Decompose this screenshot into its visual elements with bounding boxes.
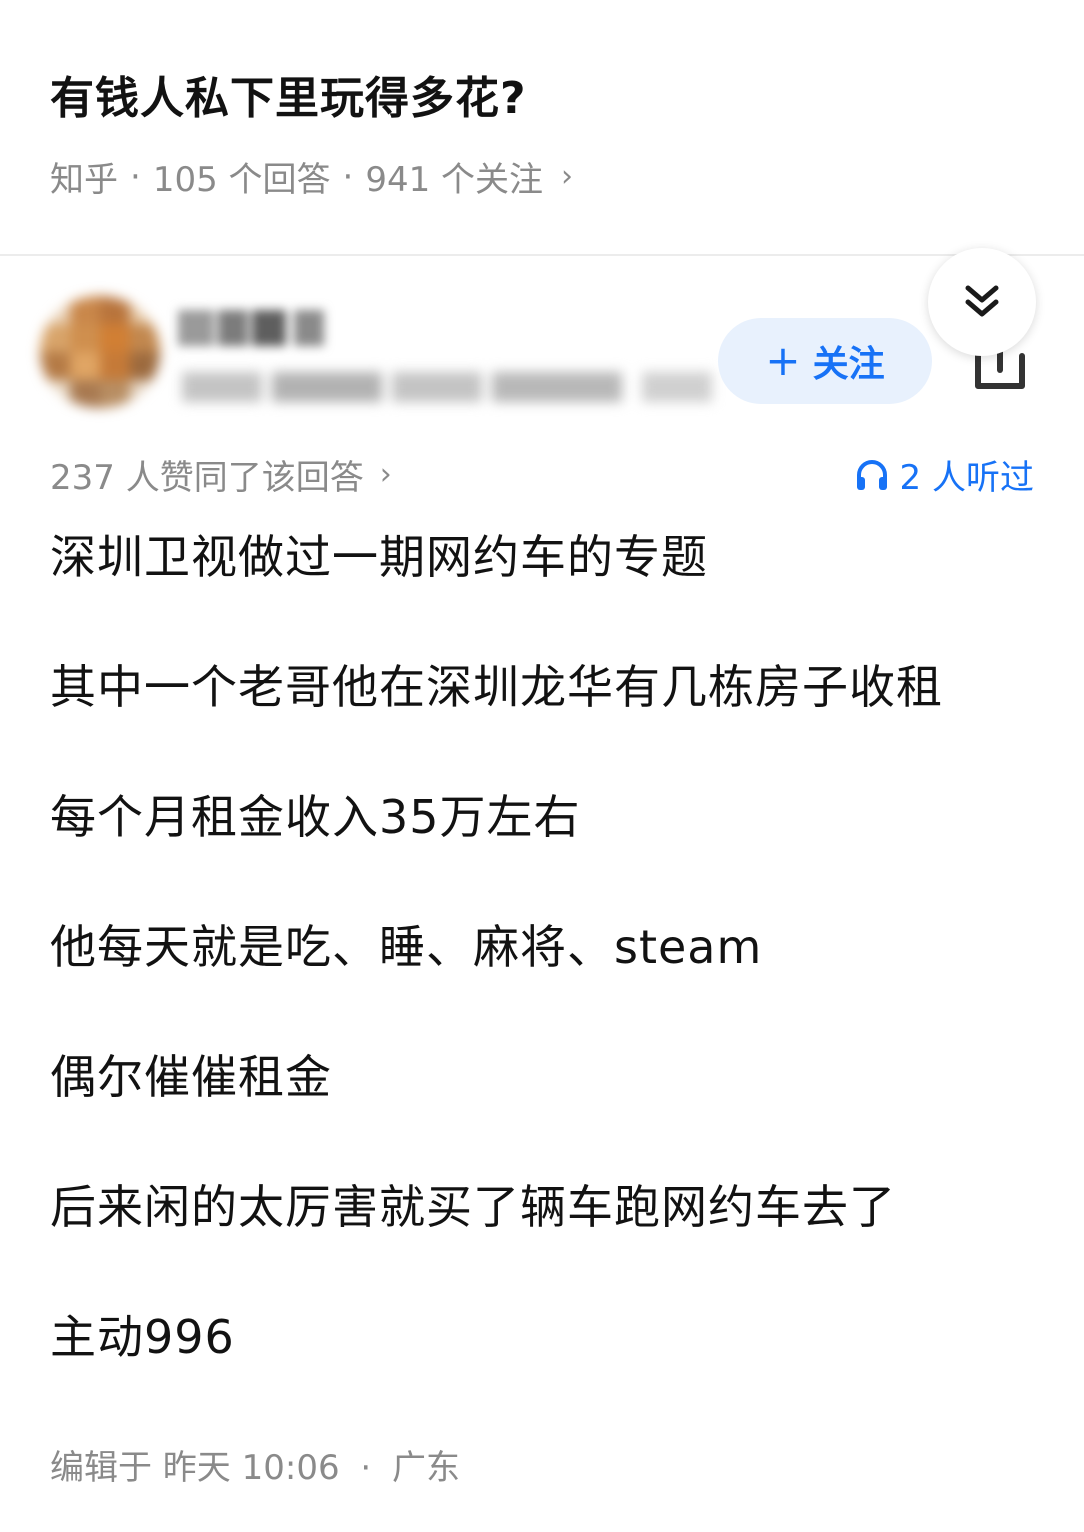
collapse-button[interactable]: [928, 248, 1036, 356]
chevron-right-icon: ›: [561, 159, 574, 194]
meta-separator: ·: [130, 156, 141, 197]
author-name-redacted[interactable]: [178, 306, 328, 350]
listen-row[interactable]: 2 人听过: [854, 450, 1034, 499]
question-meta[interactable]: 知乎 · 105 个回答 · 941 个关注 ›: [50, 152, 573, 201]
answer-count: 105 个回答: [152, 160, 331, 200]
votes-row[interactable]: 237 人赞同了该回答 ›: [50, 450, 392, 499]
edit-time: 编辑于 昨天 10:06: [50, 1448, 340, 1488]
answer-paragraph: 后来闲的太厉害就买了辆车跑网约车去了: [50, 1180, 896, 1234]
answer-paragraph: 偶尔催催租金: [50, 1050, 332, 1104]
edit-info: 编辑于 昨天 10:06 · 广东: [50, 1440, 460, 1489]
chevron-right-icon: ›: [379, 457, 392, 492]
plus-icon: +: [765, 336, 801, 385]
answer-paragraph: 深圳卫视做过一期网约车的专题: [50, 530, 708, 584]
meta-separator: ·: [360, 1448, 372, 1488]
answer-paragraph: 其中一个老哥他在深圳龙华有几栋房子收租: [50, 660, 943, 714]
follower-count: 941 个关注: [365, 160, 544, 200]
divider: [0, 254, 1084, 256]
question-header: 有钱人私下里玩得多花? 知乎 · 105 个回答 · 941 个关注 ›: [0, 0, 1084, 256]
answer-body: 深圳卫视做过一期网约车的专题 其中一个老哥他在深圳龙华有几栋房子收租 每个月租金…: [50, 526, 1050, 1436]
question-title[interactable]: 有钱人私下里玩得多花?: [50, 62, 527, 126]
vote-count: 237 人赞同了该回答: [50, 458, 364, 498]
follow-label: 关注: [812, 344, 885, 385]
source-label: 知乎: [50, 160, 118, 200]
avatar[interactable]: [40, 296, 160, 408]
headphones-icon: [856, 459, 887, 490]
meta-separator: ·: [342, 156, 354, 197]
answer-paragraph: 他每天就是吃、睡、麻将、steam: [50, 920, 763, 974]
answer-paragraph: 主动996: [50, 1310, 235, 1364]
double-chevron-down-icon: [965, 285, 999, 317]
follow-button[interactable]: + 关注: [718, 318, 932, 404]
author-bio-redacted: [182, 366, 722, 406]
answer-paragraph: 每个月租金收入35万左右: [50, 790, 581, 844]
listen-count: 2 人听过: [899, 458, 1034, 498]
ip-location: 广东: [392, 1448, 461, 1488]
